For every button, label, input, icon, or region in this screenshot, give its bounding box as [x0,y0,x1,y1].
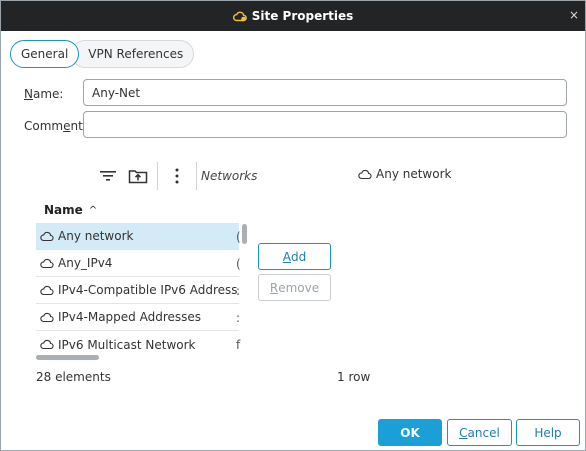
add-button[interactable]: Add [258,243,331,270]
toolbar-separator-2 [196,162,197,190]
name-field[interactable]: Any-Net [83,79,567,106]
add-accel: A [282,249,291,264]
list-item-label: IPv4-Compatible IPv6 Address... [58,283,239,297]
ok-button[interactable]: OK [378,419,442,446]
comment-label-accel: e [63,119,71,133]
row-extra-cell: : [236,311,241,325]
site-properties-dialog: Site Properties × General VPN References… [0,0,586,451]
list-item[interactable]: IPv4-Mapped Addresses [36,304,239,331]
remove-button[interactable]: Remove [258,274,331,301]
site-cloud-icon [232,11,247,22]
title-wrap: Site Properties [232,9,354,23]
filter-icon[interactable] [93,161,123,191]
tab-bar: General VPN References [10,40,195,68]
help-button[interactable]: Help [516,419,580,446]
list-item-label: IPv4-Mapped Addresses [58,310,202,324]
list-item-label: Any_IPv4 [58,256,113,270]
tab-vpn-references[interactable]: VPN References [71,40,195,68]
add-rest: dd [290,249,307,264]
cloud-icon [40,339,54,350]
selected-network-label: Any network [376,167,452,181]
cloud-icon [40,312,54,322]
list-item[interactable]: IPv4-Compatible IPv6 Address... [36,277,239,304]
title-bar[interactable]: Site Properties × [1,1,585,31]
cancel-button[interactable]: Cancel [447,419,512,446]
selection-count: 1 row [337,370,371,384]
cloud-icon [40,285,54,295]
list-item[interactable]: Any_IPv4 [36,250,239,277]
list-item[interactable]: Any network [36,223,239,250]
vertical-scrollbar[interactable] [242,224,247,244]
networks-toolbar [93,159,201,193]
cloud-icon [40,231,54,241]
list-item-label: Any network [58,229,134,243]
cloud-icon [358,169,372,179]
list-item-label: IPv6 Multicast Network [58,337,196,352]
selected-network-display: Any network [358,167,451,181]
row-extra-cell: f [236,338,241,352]
remove-rest: emove [278,280,320,295]
networks-label: Networks [201,169,258,183]
grid-header-name[interactable]: Name ^ [36,200,246,220]
more-vertical-icon[interactable] [162,161,192,191]
list-item[interactable]: IPv6 Multicast Network [36,331,239,358]
row-extra-cell: : [236,284,241,298]
close-icon[interactable]: × [569,8,579,22]
name-label-accel: N [24,87,33,101]
cancel-rest: ancel [467,425,500,440]
cancel-accel: C [459,425,468,440]
element-count: 28 elements [36,370,111,384]
cloud-icon [40,258,54,268]
horizontal-scrollbar[interactable] [36,355,99,360]
row-extra-cell: ( [236,230,241,244]
name-label: Name: [24,87,63,101]
comment-label: Comment: [24,119,87,133]
grid-header-label: Name [44,203,83,217]
window-title: Site Properties [251,9,354,23]
row-extra-cell: ( [236,257,241,271]
tab-general[interactable]: General [10,40,80,68]
name-label-rest: ame: [32,87,64,101]
toolbar-separator [157,162,158,190]
add-folder-icon[interactable] [123,161,153,191]
comment-label-pre: Comm [24,119,64,133]
remove-accel: R [269,280,279,295]
network-list: Any network Any_IPv4 IPv4-Compatible IPv… [36,223,239,358]
sort-ascending-icon: ^ [88,204,98,216]
comment-field[interactable] [83,111,567,138]
